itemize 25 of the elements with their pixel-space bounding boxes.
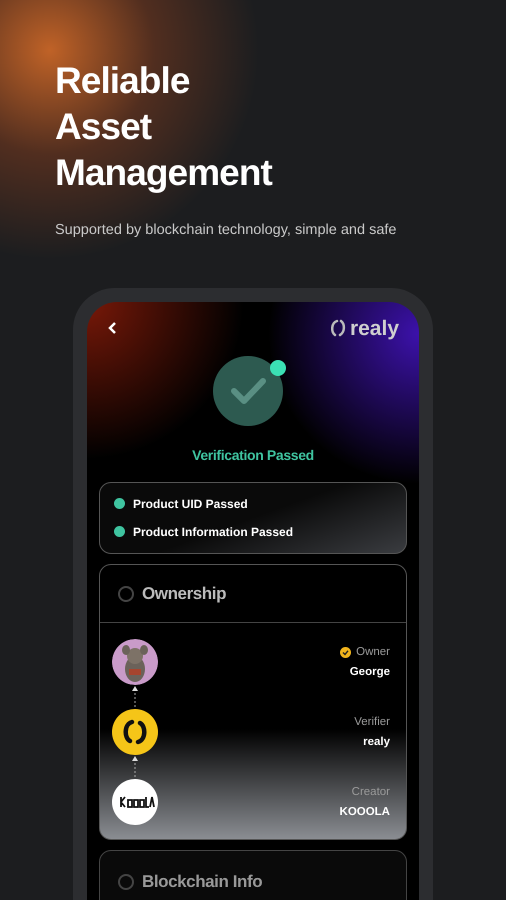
role-label: Owner xyxy=(356,644,390,660)
back-icon[interactable] xyxy=(107,321,117,336)
headline: Asset xyxy=(55,105,153,149)
arrow-icon xyxy=(132,756,138,778)
section-title: Blockchain Info xyxy=(142,871,262,894)
section-title: Ownership xyxy=(142,582,226,605)
check-label: Product Information Passed xyxy=(133,524,294,541)
role-label: Verifier xyxy=(354,714,390,730)
role-label: Creator xyxy=(352,784,390,800)
logo-icon xyxy=(112,709,158,756)
headline: Management xyxy=(55,151,274,195)
brand-name: realy xyxy=(350,318,399,339)
logo-icon xyxy=(330,319,346,338)
party-name: KOOOLA xyxy=(340,804,390,820)
radio-icon xyxy=(118,586,134,602)
party-name: George xyxy=(350,664,390,680)
radio-icon xyxy=(118,874,134,890)
arrow-icon xyxy=(132,686,138,708)
headline: Reliable xyxy=(55,59,190,103)
subtitle: Supported by blockchain technology, simple and safe xyxy=(55,221,398,240)
party-name: realy xyxy=(363,734,390,750)
check-label: Product UID Passed xyxy=(133,496,248,513)
verified-icon xyxy=(340,646,352,658)
verification-status: Verification Passed xyxy=(192,446,314,465)
logo-icon xyxy=(112,779,158,826)
